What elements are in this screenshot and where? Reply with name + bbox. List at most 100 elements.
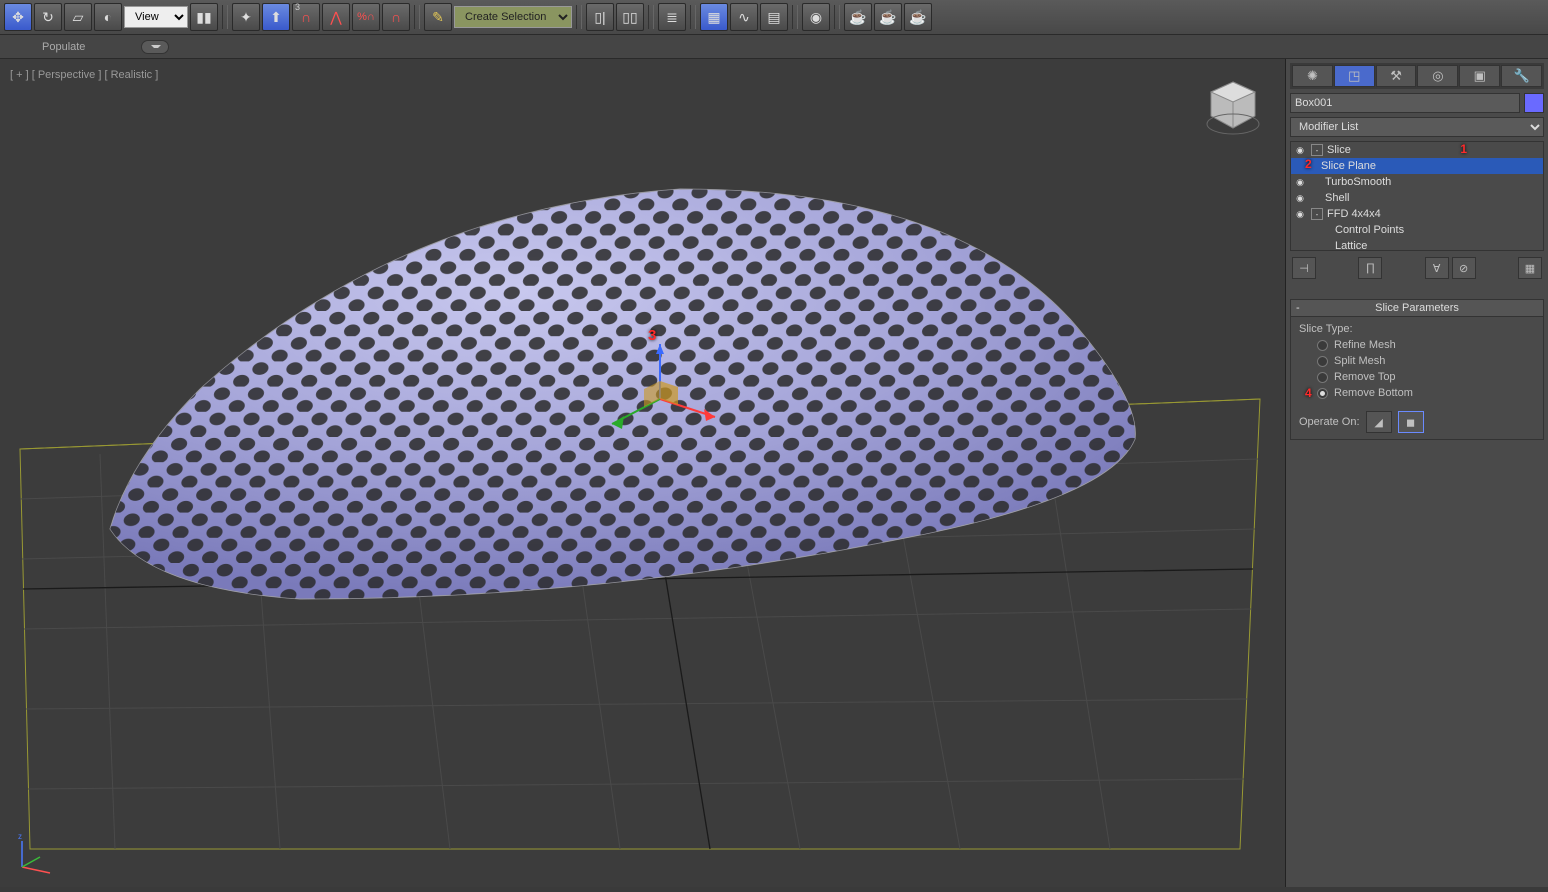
visibility-eye-icon[interactable]: ◉ [1293,144,1307,156]
reference-coord-select[interactable]: View [124,6,188,28]
percent-snap-icon[interactable]: %∩ [352,3,380,31]
radio-icon[interactable] [1317,388,1328,399]
hierarchy-tab-icon[interactable]: ⚒ [1376,65,1417,87]
keyboard-shortcut-icon[interactable]: ⬆ [262,3,290,31]
radio-icon[interactable] [1317,372,1328,383]
collapse-toggle-icon[interactable]: - [1311,144,1323,156]
operate-poly-icon[interactable]: ◼ [1398,411,1424,433]
annotation-marker-2: 2 [1305,157,1312,171]
schematic-view-icon[interactable]: ▤ [760,3,788,31]
command-panel: ✺ ◳ ⚒ ◎ ▣ 🔧 Modifier List ◉ - Slice 1 [1286,59,1548,887]
stack-item-slice[interactable]: ◉ - Slice 1 [1291,142,1543,158]
modifier-list-select[interactable]: Modifier List [1290,117,1544,137]
visibility-eye-icon[interactable]: ◉ [1293,208,1307,220]
spinner-snap-icon[interactable]: ∩ [382,3,410,31]
scale-tool-icon[interactable]: ▱ [64,3,92,31]
create-tab-icon[interactable]: ✺ [1292,65,1333,87]
align-icon[interactable]: ▯▯ [616,3,644,31]
make-unique-icon[interactable]: ∀ [1425,257,1449,279]
stack-item-control-points[interactable]: Control Points [1291,222,1543,238]
visibility-eye-icon[interactable]: ◉ [1293,176,1307,188]
stack-label: Slice [1327,144,1351,156]
stack-item-lattice[interactable]: Lattice [1291,238,1543,251]
stack-label: Control Points [1335,224,1404,236]
radio-icon[interactable] [1317,356,1328,367]
object-name-input[interactable] [1290,93,1520,113]
move-tool-icon[interactable]: ✥ [4,3,32,31]
radio-label: Remove Top [1334,371,1396,383]
pin-stack-icon[interactable]: ⊣ [1292,257,1316,279]
toolbar-divider [690,5,696,29]
viewport-render [0,59,1285,887]
utilities-tab-icon[interactable]: 🔧 [1501,65,1542,87]
rollout-body: Slice Type: Refine Mesh Split Mesh Remov… [1291,317,1543,439]
rotate-tool-icon[interactable]: ↻ [34,3,62,31]
modify-tab-icon[interactable]: ◳ [1334,65,1375,87]
perspective-viewport[interactable]: [ + ] [ Perspective ] [ Realistic ] [0,59,1286,887]
rollout-collapse-icon[interactable]: - [1296,302,1300,314]
slice-parameters-rollout: - Slice Parameters Slice Type: Refine Me… [1290,299,1544,440]
command-panel-tabs: ✺ ◳ ⚒ ◎ ▣ 🔧 [1290,63,1544,89]
annotation-marker-1: 1 [1460,142,1467,156]
toolbar-divider [792,5,798,29]
radio-refine-mesh[interactable]: Refine Mesh [1317,339,1535,351]
viewport-mode-label[interactable]: [ + ] [ Perspective ] [ Realistic ] [10,69,158,81]
secondary-toolbar: Populate [0,35,1548,59]
stack-item-ffd[interactable]: ◉ - FFD 4x4x4 [1291,206,1543,222]
material-editor-icon[interactable]: ◉ [802,3,830,31]
snap-angle-label: 3 [295,2,300,12]
visibility-eye-icon[interactable]: ◉ [1293,192,1307,204]
remove-modifier-icon[interactable]: ⊘ [1452,257,1476,279]
toolbar-divider [414,5,420,29]
collapse-toggle-icon[interactable]: - [1311,208,1323,220]
slice-type-label: Slice Type: [1299,323,1535,335]
svg-text:z: z [18,832,22,841]
radio-icon[interactable] [1317,340,1328,351]
radio-split-mesh[interactable]: Split Mesh [1317,355,1535,367]
populate-flyout-icon[interactable] [141,40,169,54]
annotation-marker-4: 4 [1305,386,1312,400]
stack-item-turbosmooth[interactable]: ◉ TurboSmooth [1291,174,1543,190]
operate-faces-icon[interactable]: ◢ [1366,411,1392,433]
show-end-result-icon[interactable]: ∏ [1358,257,1382,279]
display-tab-icon[interactable]: ▣ [1459,65,1500,87]
toolbar-divider [834,5,840,29]
radio-label: Refine Mesh [1334,339,1396,351]
select-manipulate-icon[interactable]: ✦ [232,3,260,31]
pivot-center-icon[interactable]: ▮▮ [190,3,218,31]
rendered-frame-icon[interactable]: ☕ [874,3,902,31]
render-icon[interactable]: ☕ [904,3,932,31]
stack-item-shell[interactable]: ◉ Shell [1291,190,1543,206]
main-toolbar: ✥ ↻ ▱ ◐ View ▮▮ ✦ ⬆ 3 ∩ ⋀ %∩ ∩ ✎ Create … [0,0,1548,35]
operate-on-row: Operate On: ◢ ◼ [1299,411,1535,433]
radio-remove-top[interactable]: Remove Top [1317,371,1535,383]
stack-item-slice-plane[interactable]: Slice Plane 2 [1291,158,1543,174]
object-color-swatch[interactable] [1524,93,1544,113]
curve-editor-icon[interactable]: ∿ [730,3,758,31]
stack-label: FFD 4x4x4 [1327,208,1381,220]
workspace: [ + ] [ Perspective ] [ Realistic ] [0,59,1548,887]
configure-sets-icon[interactable]: ▦ [1518,257,1542,279]
rollout-header[interactable]: - Slice Parameters [1291,300,1543,317]
render-setup-icon[interactable]: ☕ [844,3,872,31]
radio-label: Split Mesh [1334,355,1385,367]
named-selection-select[interactable]: Create Selection Se [454,6,572,28]
stack-label: TurboSmooth [1325,176,1391,188]
radio-remove-bottom[interactable]: 4 Remove Bottom [1317,387,1535,399]
modifier-stack[interactable]: ◉ - Slice 1 Slice Plane 2 ◉ TurboSmooth … [1290,141,1544,251]
viewcube-icon[interactable] [1201,74,1265,138]
ribbon-toggle-icon[interactable]: ▦ [700,3,728,31]
viewport-axis-gizmo-icon: z [14,831,58,875]
stack-label: Shell [1325,192,1349,204]
toolbar-divider [222,5,228,29]
toolbar-divider [576,5,582,29]
edit-named-sel-icon[interactable]: ✎ [424,3,452,31]
motion-tab-icon[interactable]: ◎ [1417,65,1458,87]
layers-icon[interactable]: ≣ [658,3,686,31]
modifier-list-row: Modifier List [1290,117,1544,137]
placement-tool-icon[interactable]: ◐ [94,3,122,31]
mirror-icon[interactable]: ▯| [586,3,614,31]
toolbar-divider [648,5,654,29]
angle-snap-icon[interactable]: ⋀ [322,3,350,31]
populate-label: Populate [42,41,85,53]
